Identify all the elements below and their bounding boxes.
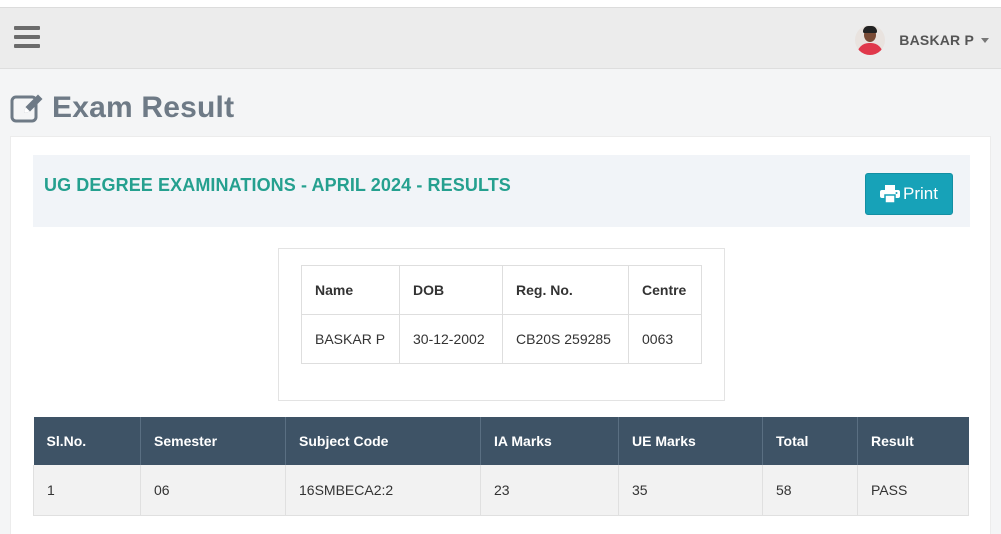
student-header-name: Name xyxy=(301,265,400,315)
marks-table: Sl.No. Semester Subject Code IA Marks UE… xyxy=(33,417,969,516)
student-header-dob: DOB xyxy=(399,265,503,315)
student-header-centre: Centre xyxy=(628,265,702,315)
print-label: Print xyxy=(903,184,938,203)
student-info-table: Name DOB Reg. No. Centre BASKAR P 30-12-… xyxy=(301,265,702,364)
marks-header-subject-code: Subject Code xyxy=(285,417,481,465)
marks-header-row: Sl.No. Semester Subject Code IA Marks UE… xyxy=(33,417,969,465)
user-menu[interactable]: BASKAR P xyxy=(855,22,989,58)
table-row: 1 06 16SMBECA2:2 23 35 58 PASS xyxy=(33,465,969,516)
user-name: BASKAR P xyxy=(899,32,974,48)
top-border xyxy=(0,0,1001,8)
cell-ia-marks: 23 xyxy=(480,465,619,516)
student-centre: 0063 xyxy=(628,314,702,364)
result-heading: UG DEGREE EXAMINATIONS - APRIL 2024 - RE… xyxy=(44,175,511,195)
caret-down-icon xyxy=(981,37,989,43)
print-button[interactable]: Print xyxy=(865,173,953,215)
result-header: UG DEGREE EXAMINATIONS - APRIL 2024 - RE… xyxy=(33,155,970,227)
page-title: Exam Result xyxy=(10,88,234,128)
marks-header-slno: Sl.No. xyxy=(33,417,141,465)
edit-icon xyxy=(10,94,43,123)
student-info-header-row: Name DOB Reg. No. Centre xyxy=(301,265,702,315)
marks-header-ue-marks: UE Marks xyxy=(618,417,763,465)
student-name: BASKAR P xyxy=(301,314,400,364)
student-dob: 30-12-2002 xyxy=(399,314,503,364)
marks-header-total: Total xyxy=(762,417,858,465)
cell-subject-code: 16SMBECA2:2 xyxy=(285,465,481,516)
page-title-text: Exam Result xyxy=(52,91,235,124)
student-regno: CB20S 259285 xyxy=(502,314,629,364)
navbar: BASKAR P xyxy=(0,8,1001,69)
cell-slno: 1 xyxy=(33,465,141,516)
content-card: UG DEGREE EXAMINATIONS - APRIL 2024 - RE… xyxy=(10,136,991,534)
marks-header-ia-marks: IA Marks xyxy=(480,417,619,465)
cell-semester: 06 xyxy=(140,465,286,516)
cell-ue-marks: 35 xyxy=(618,465,763,516)
student-info-value-row: BASKAR P 30-12-2002 CB20S 259285 0063 xyxy=(301,314,702,364)
avatar xyxy=(855,25,886,55)
student-info-box: Name DOB Reg. No. Centre BASKAR P 30-12-… xyxy=(278,248,725,401)
cell-total: 58 xyxy=(762,465,858,516)
marks-header-result: Result xyxy=(857,417,969,465)
printer-icon xyxy=(880,185,901,203)
student-header-regno: Reg. No. xyxy=(502,265,629,315)
cell-result: PASS xyxy=(857,465,969,516)
hamburger-icon[interactable] xyxy=(14,26,40,48)
marks-header-semester: Semester xyxy=(140,417,286,465)
